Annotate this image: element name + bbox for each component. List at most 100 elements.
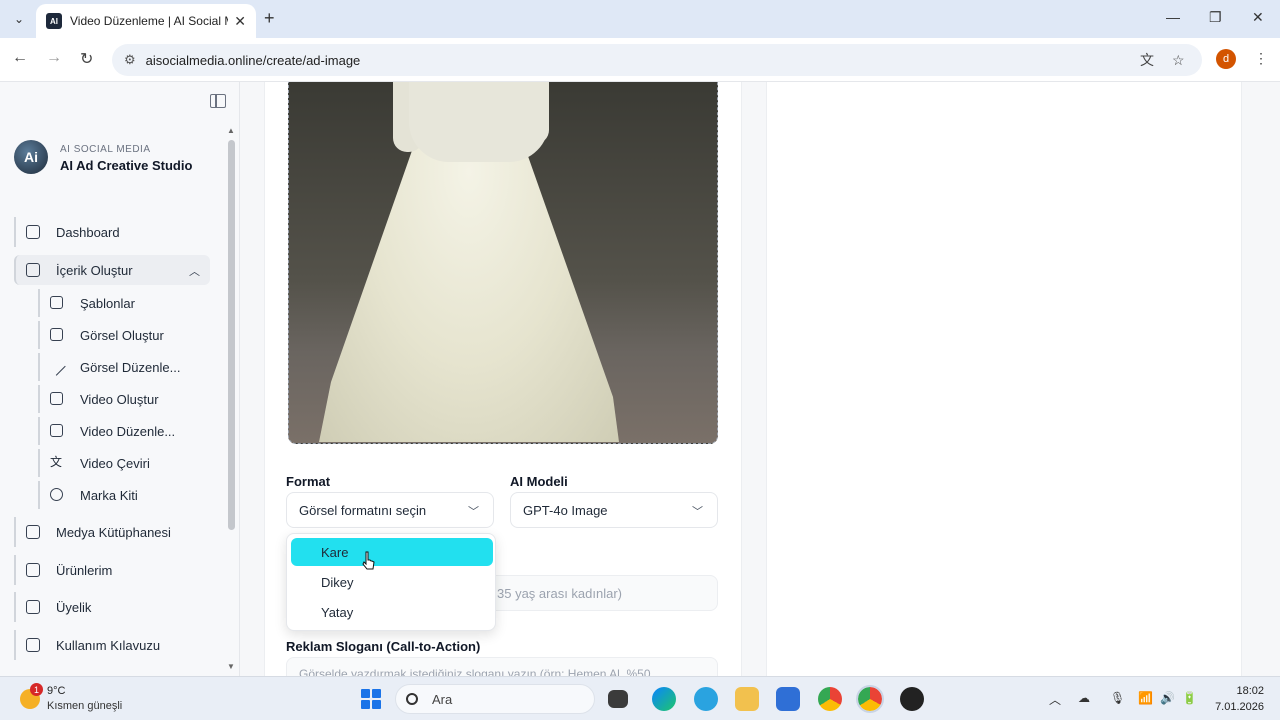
telegram-icon[interactable] bbox=[694, 687, 718, 711]
sidebar-subitem-marka-kiti[interactable]: Marka Kiti bbox=[38, 481, 208, 509]
sidebar-subitem-video-olustur[interactable]: Video Oluştur bbox=[38, 385, 208, 413]
folder-icon[interactable] bbox=[735, 687, 759, 711]
crown-icon bbox=[26, 600, 40, 614]
sidebar-item-label: Medya Kütüphanesi bbox=[56, 524, 171, 540]
sidebar-subitem-label: Video Çeviri bbox=[80, 455, 150, 471]
obs-icon[interactable] bbox=[900, 687, 924, 711]
chrome-icon[interactable] bbox=[818, 687, 842, 711]
target-audience-placeholder: 35 yaş arası kadınlar) bbox=[497, 585, 623, 601]
profile-avatar[interactable]: d bbox=[1216, 49, 1236, 69]
browser-tabstrip: ⌄ AI Video Düzenleme | AI Social Me ✕ + … bbox=[0, 0, 1280, 38]
cta-input[interactable]: Görselde yazdırmak istediğiniz sloganı y… bbox=[286, 657, 718, 676]
sidebar-item-icerik-olustur[interactable]: İçerik Oluştur ︿ bbox=[14, 255, 210, 285]
format-option-dikey[interactable]: Dikey bbox=[291, 568, 493, 596]
sidebar-subitem-video-duzenle[interactable]: Video Düzenle... bbox=[38, 417, 208, 445]
address-bar[interactable]: ⚙ aisocialmedia.online/create/ad-image 文… bbox=[112, 44, 1202, 76]
windows-taskbar: 1 9°C Kısmen güneşli Ara ︿ ☁ 🎙 📶 🔊 🔋 18:… bbox=[0, 676, 1280, 720]
ai-model-label: AI Modeli bbox=[510, 474, 568, 489]
sidebar-item-label: Kullanım Kılavuzu bbox=[56, 637, 161, 653]
brand-subtitle: AI SOCIAL MEDIA bbox=[60, 144, 151, 155]
restore-window-icon[interactable]: ❐ bbox=[1209, 9, 1222, 26]
onedrive-cloud-icon[interactable]: ☁ bbox=[1078, 691, 1090, 705]
translate-icon[interactable]: 文 bbox=[1140, 44, 1154, 76]
sidebar-subitem-gorsel-duzenle[interactable]: Görsel Düzenle... bbox=[38, 353, 208, 381]
uploaded-image-preview[interactable] bbox=[288, 82, 718, 444]
brand-logo: Ai bbox=[14, 140, 48, 174]
weather-temperature: 9°C bbox=[47, 685, 66, 697]
sidebar-subitem-label: Video Düzenle... bbox=[80, 423, 176, 439]
folder-icon bbox=[26, 525, 40, 539]
image-icon bbox=[50, 328, 63, 341]
grid-icon bbox=[26, 225, 40, 239]
scroll-down-arrow-icon[interactable]: ▼ bbox=[227, 662, 235, 671]
bookmark-star-icon[interactable]: ☆ bbox=[1172, 44, 1185, 76]
back-arrow-icon[interactable]: ← bbox=[12, 49, 28, 67]
chevron-down-icon: ﹀ bbox=[468, 506, 479, 518]
tab-search-chevron-icon[interactable]: ⌄ bbox=[8, 8, 30, 30]
battery-icon[interactable]: 🔋 bbox=[1182, 691, 1197, 705]
site-favicon-icon: AI bbox=[46, 13, 62, 29]
sidebar-subitem-label: Şablonlar bbox=[80, 295, 135, 311]
ai-model-select[interactable]: GPT-4o Image ﹀ bbox=[510, 492, 718, 528]
taskbar-search[interactable]: Ara bbox=[395, 684, 595, 714]
forward-arrow-icon[interactable]: → bbox=[46, 49, 62, 67]
format-select[interactable]: Görsel formatını seçin ﹀ bbox=[286, 492, 494, 528]
sidebar-item-label: Dashboard bbox=[56, 224, 120, 240]
sidebar-item-label: Ürünlerim bbox=[56, 562, 113, 578]
new-tab-button[interactable]: + bbox=[264, 8, 275, 29]
sidebar-scrollbar[interactable] bbox=[228, 140, 235, 530]
reload-icon[interactable]: ↻ bbox=[80, 49, 93, 69]
translate-icon: 文 bbox=[50, 455, 63, 469]
palette-icon bbox=[50, 488, 63, 501]
book-icon bbox=[26, 638, 40, 652]
minimize-window-icon[interactable]: — bbox=[1166, 9, 1180, 25]
package-icon bbox=[26, 563, 40, 577]
taskbar-date[interactable]: 7.01.2026 bbox=[1200, 701, 1264, 713]
image-icon bbox=[26, 263, 40, 277]
chevron-down-icon: ﹀ bbox=[692, 506, 703, 518]
wifi-icon[interactable]: 📶 bbox=[1138, 691, 1153, 705]
taskbar-search-label: Ara bbox=[432, 691, 453, 707]
speaker-icon[interactable]: 🔊 bbox=[1160, 691, 1175, 705]
sidebar-item-dashboard[interactable]: Dashboard bbox=[14, 217, 210, 247]
site-info-icon[interactable]: ⚙ bbox=[124, 52, 136, 68]
url-text: aisocialmedia.online/create/ad-image bbox=[145, 52, 361, 68]
sidebar-subitem-sablonlar[interactable]: Şablonlar bbox=[38, 289, 208, 317]
format-option-kare[interactable]: Kare bbox=[291, 538, 493, 566]
sidebar-subitem-gorsel-olustur[interactable]: Görsel Oluştur bbox=[38, 321, 208, 349]
format-option-yatay[interactable]: Yatay bbox=[291, 598, 493, 626]
dress-skirt bbox=[319, 142, 619, 442]
close-window-icon[interactable]: ✕ bbox=[1252, 9, 1264, 26]
taskbar-time[interactable]: 18:02 bbox=[1214, 685, 1264, 697]
sidebar-item-label: Üyelik bbox=[56, 599, 92, 615]
tray-chevron-up-icon[interactable]: ︿ bbox=[1049, 691, 1061, 708]
edge-browser-icon[interactable] bbox=[652, 687, 676, 711]
sidebar-collapse-icon[interactable] bbox=[210, 94, 226, 108]
browser-tab-active[interactable]: AI Video Düzenleme | AI Social Me ✕ bbox=[36, 4, 256, 38]
format-dropdown-menu: Kare Dikey Yatay bbox=[286, 533, 496, 631]
sidebar-subitem-label: Marka Kiti bbox=[80, 487, 138, 503]
cta-placeholder: Görselde yazdırmak istediğiniz sloganı y… bbox=[299, 667, 651, 676]
mouse-pointer-icon bbox=[362, 551, 375, 570]
close-tab-icon[interactable]: ✕ bbox=[234, 13, 246, 30]
microphone-icon[interactable]: 🎙 bbox=[1110, 691, 1125, 705]
sidebar-item-medya-kutuphanesi[interactable]: Medya Kütüphanesi bbox=[14, 517, 210, 547]
scroll-up-arrow-icon[interactable]: ▲ bbox=[227, 126, 235, 135]
browser-toolbar: ← → ↻ ⚙ aisocialmedia.online/create/ad-i… bbox=[0, 38, 1280, 82]
result-card bbox=[766, 82, 1242, 676]
file-explorer-dark-icon[interactable] bbox=[608, 690, 628, 708]
pencil-icon bbox=[47, 357, 66, 376]
windows-start-icon[interactable] bbox=[361, 689, 381, 709]
brand-title: AI Ad Creative Studio bbox=[60, 158, 193, 173]
chrome-active-icon[interactable] bbox=[856, 685, 884, 713]
sidebar-item-label: İçerik Oluştur bbox=[56, 262, 133, 278]
sidebar-item-urunlerim[interactable]: Ürünlerim bbox=[14, 555, 210, 585]
tab-title: Video Düzenleme | AI Social Me bbox=[70, 14, 229, 28]
browser-menu-icon[interactable]: ⋮ bbox=[1254, 50, 1268, 67]
sidebar-subitem-video-ceviri[interactable]: 文 Video Çeviri bbox=[38, 449, 208, 477]
sidebar-item-kullanim-kilavuzu[interactable]: Kullanım Kılavuzu bbox=[14, 630, 210, 660]
outlook-icon[interactable] bbox=[776, 687, 800, 711]
sidebar-item-uyelik[interactable]: Üyelik bbox=[14, 592, 210, 622]
layout-icon bbox=[50, 296, 63, 309]
format-select-value: Görsel formatını seçin bbox=[299, 502, 427, 518]
